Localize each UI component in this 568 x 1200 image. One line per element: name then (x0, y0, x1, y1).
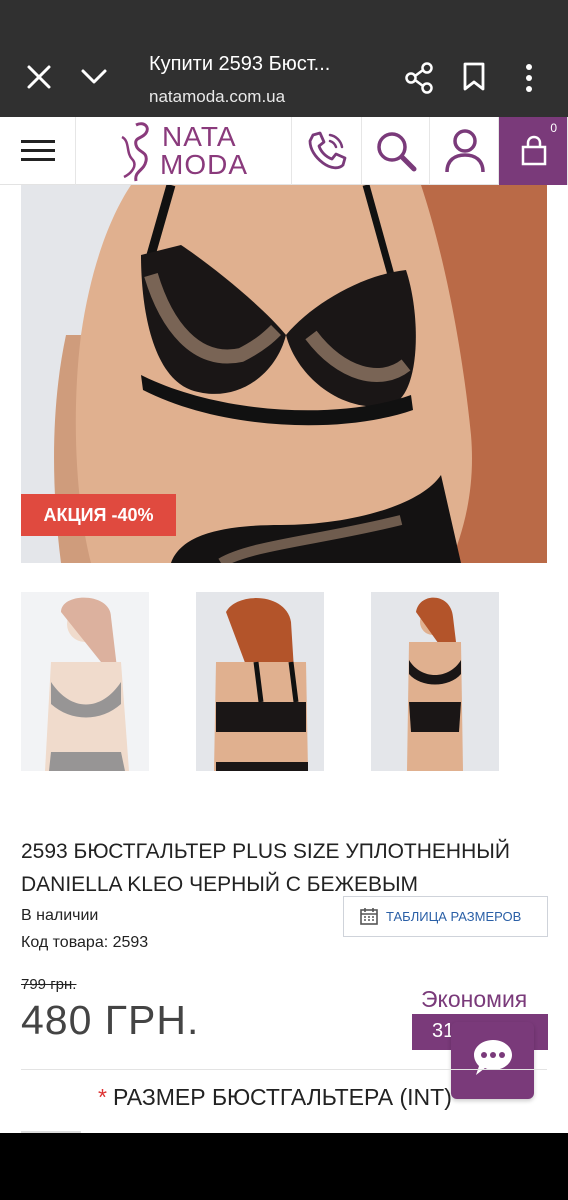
required-mark: * (98, 1084, 107, 1110)
thumbnail-2[interactable] (196, 592, 324, 771)
thumbnail-2-drawing (196, 592, 324, 771)
menu-icon-bar (21, 158, 55, 161)
close-icon[interactable] (26, 64, 52, 90)
product-page: АКЦИЯ -40% 2593 БЮСТГАЛЬТЕР PLUS SIZE УП… (0, 185, 568, 1133)
site-header: NATA MODA 0 (0, 117, 568, 185)
divider (21, 1069, 547, 1070)
cart-button[interactable]: 0 (499, 117, 568, 185)
thumbnail-3-drawing (371, 592, 499, 771)
calendar-icon (360, 908, 378, 925)
size-table-label: ТАБЛИЦА РАЗМЕРОВ (386, 909, 522, 924)
chat-bubble-icon (474, 1040, 512, 1075)
more-vert-icon[interactable] (522, 62, 536, 94)
phone-button[interactable] (292, 117, 362, 185)
menu-icon (21, 140, 55, 143)
stock-status: В наличии (21, 907, 99, 924)
thumbnail-gallery (0, 592, 568, 772)
tab-title: Купити 2593 Бюст... (149, 53, 331, 75)
chevron-down-icon[interactable] (80, 66, 108, 88)
thumbnail-1-drawing (21, 592, 149, 771)
share-icon[interactable] (404, 62, 434, 94)
search-icon (377, 132, 417, 172)
shopping-bag-icon (521, 135, 547, 166)
size-table-button[interactable]: ТАБЛИЦА РАЗМЕРОВ (343, 896, 548, 937)
menu-button[interactable] (0, 117, 76, 185)
current-price: 480 ГРН. (21, 997, 200, 1043)
chat-button[interactable] (451, 1022, 534, 1099)
size-heading-text: РАЗМЕР БЮСТГАЛЬТЕРА (INT) (112, 1084, 452, 1110)
bookmark-icon[interactable] (462, 62, 486, 92)
browser-tab-bar: Купити 2593 Бюст... natamoda.com.ua (0, 0, 568, 117)
user-icon (445, 129, 485, 173)
thumbnail-1[interactable] (21, 592, 149, 771)
logo-figure-icon (121, 122, 149, 182)
product-title: 2593 БЮСТГАЛЬТЕР PLUS SIZE УПЛОТНЕННЫЙ D… (21, 840, 510, 896)
account-button[interactable] (430, 117, 499, 185)
site-logo[interactable]: NATA MODA (76, 117, 292, 185)
economy-label: Экономия (421, 986, 528, 1012)
cart-count: 0 (550, 121, 557, 135)
system-navigation-bar (0, 1133, 568, 1200)
search-button[interactable] (362, 117, 430, 185)
menu-icon-bar (21, 149, 55, 152)
tab-url: natamoda.com.ua (149, 87, 286, 106)
sale-badge: АКЦИЯ -40% (21, 494, 176, 536)
logo-text-bottom: MODA (160, 149, 248, 180)
product-sku: Код товара: 2593 (21, 934, 149, 951)
old-price: 799 грн. (21, 976, 77, 993)
thumbnail-3[interactable] (371, 592, 499, 771)
phone-icon (308, 131, 347, 170)
size-section-heading: * РАЗМЕР БЮСТГАЛЬТЕРА (INT) (98, 1084, 452, 1111)
